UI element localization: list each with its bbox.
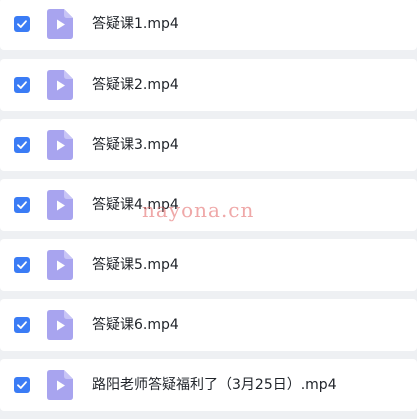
file-name: 答疑课6.mp4 <box>92 317 179 333</box>
video-file-icon <box>47 70 73 100</box>
checkbox-checked-icon[interactable] <box>14 377 30 393</box>
video-file-icon <box>47 190 73 220</box>
checkbox-checked-icon[interactable] <box>14 16 30 32</box>
video-file-icon <box>47 130 73 160</box>
file-row[interactable]: 路阳老师答疑福利了（3月25日）.mp4 <box>0 359 417 411</box>
file-name: 答疑课2.mp4 <box>92 77 179 93</box>
file-name: 路阳老师答疑福利了（3月25日）.mp4 <box>92 377 337 393</box>
file-row[interactable]: 答疑课5.mp4 <box>0 239 417 291</box>
file-name: 答疑课4.mp4 <box>92 197 179 213</box>
file-name: 答疑课5.mp4 <box>92 257 179 273</box>
file-name: 答疑课3.mp4 <box>92 137 179 153</box>
file-row[interactable]: 答疑课1.mp4 <box>0 0 417 50</box>
video-file-icon <box>47 370 73 400</box>
video-file-icon <box>47 250 73 280</box>
file-row[interactable]: 答疑课4.mp4 <box>0 179 417 231</box>
video-file-icon <box>47 9 73 39</box>
file-name: 答疑课1.mp4 <box>92 16 179 32</box>
file-row[interactable]: 答疑课6.mp4 <box>0 299 417 351</box>
checkbox-checked-icon[interactable] <box>14 257 30 273</box>
file-row[interactable]: 答疑课2.mp4 <box>0 59 417 111</box>
checkbox-checked-icon[interactable] <box>14 197 30 213</box>
file-list: 答疑课1.mp4 答疑课2.mp4 答疑课3.mp4 答疑课4.mp4 答疑课5… <box>0 0 417 419</box>
file-row[interactable]: 答疑课3.mp4 <box>0 119 417 171</box>
checkbox-checked-icon[interactable] <box>14 77 30 93</box>
checkbox-checked-icon[interactable] <box>14 317 30 333</box>
video-file-icon <box>47 310 73 340</box>
checkbox-checked-icon[interactable] <box>14 137 30 153</box>
